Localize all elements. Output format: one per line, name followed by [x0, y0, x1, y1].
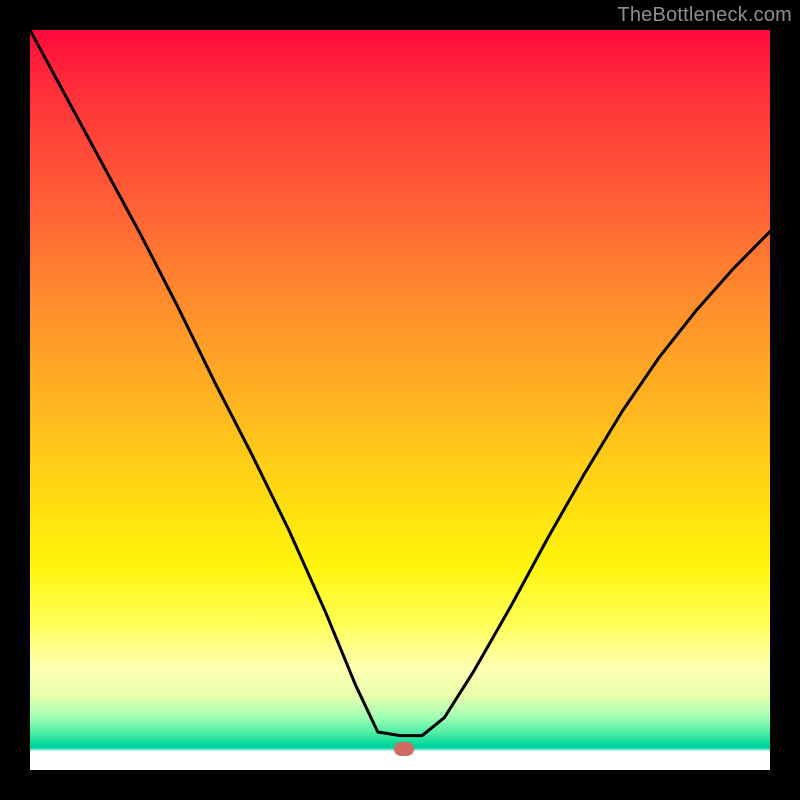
chart-frame: TheBottleneck.com: [0, 0, 800, 800]
optimal-point-marker: [394, 742, 414, 756]
curve-path: [30, 30, 770, 736]
bottleneck-curve: [30, 30, 770, 770]
plot-area: [30, 30, 770, 770]
watermark-text: TheBottleneck.com: [617, 4, 792, 27]
